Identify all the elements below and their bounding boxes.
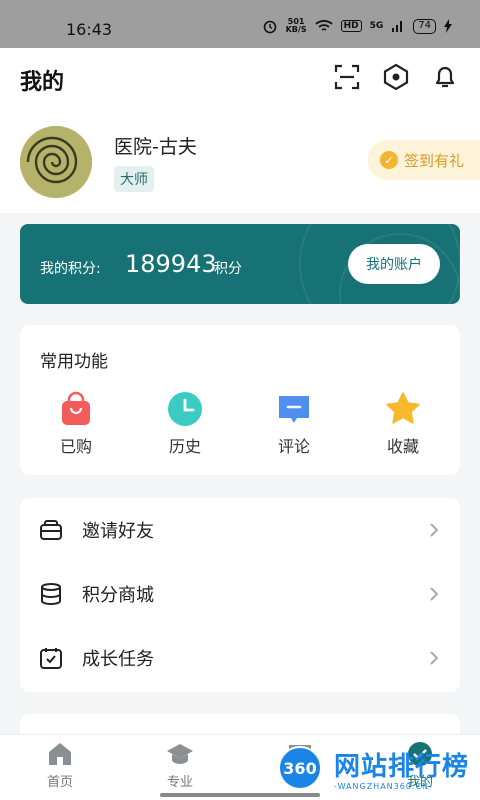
watermark-title: 网站排行榜 (334, 752, 470, 782)
status-icons: 501 KB/S HD 5G 74 (262, 18, 452, 34)
comment-icon (279, 396, 309, 423)
menu-label: 积分商城 (82, 585, 154, 606)
func-comment[interactable]: 评论 (254, 391, 334, 457)
my-account-button[interactable]: 我的账户 (348, 244, 440, 284)
menu-list: 邀请好友 积分商城 成长任务 (20, 498, 460, 692)
menu-item-invite-friends[interactable]: 邀请好友 (20, 498, 460, 562)
signal-icon (392, 21, 403, 32)
page-title: 我的 (20, 70, 65, 95)
func-purchased[interactable]: 已购 (36, 391, 116, 457)
settings-icon[interactable] (381, 62, 411, 92)
menu-label: 成长任务 (82, 649, 154, 670)
avatar-image (20, 126, 92, 198)
scan-icon[interactable] (332, 62, 362, 92)
network-type: 5G (369, 21, 384, 31)
graduation-cap-icon (167, 744, 193, 764)
checkin-label: 签到有礼 (404, 151, 465, 170)
func-favorite[interactable]: 收藏 (363, 391, 443, 457)
func-label: 历史 (168, 437, 201, 456)
points-value: 189943 (125, 250, 217, 278)
section-title: 常用功能 (40, 352, 108, 372)
shopping-bag-icon (62, 391, 90, 425)
hd-badge: HD (340, 20, 362, 32)
invite-mail-icon (38, 517, 64, 543)
tab-home[interactable]: 首页 (20, 741, 100, 790)
func-label: 已购 (59, 437, 92, 456)
charging-icon (444, 19, 452, 33)
alarm-icon (263, 20, 276, 34)
clock-icon (168, 392, 202, 426)
battery-level: 74 (413, 18, 436, 34)
chevron-right-icon (428, 651, 440, 665)
status-bar: 16:43 501 KB/S HD 5G 74 (0, 0, 480, 48)
network-speed: 501 KB/S (286, 18, 307, 34)
home-icon (49, 743, 71, 765)
coins-stack-icon (38, 581, 64, 607)
calendar-check-icon (38, 645, 64, 671)
common-functions-card: 常用功能 已购 历史 评论 收藏 (20, 325, 460, 475)
func-label: 收藏 (386, 437, 419, 456)
watermark-logo: 360 网站排行榜 -WANGZHAN360.CN- (274, 738, 480, 800)
coin-icon: ✓ (380, 151, 398, 169)
watermark-badge: 360 (278, 746, 322, 790)
level-badge: 大师 (114, 166, 154, 192)
avatar[interactable] (20, 126, 92, 198)
menu-item-points-mall[interactable]: 积分商城 (20, 562, 460, 626)
menu-item-growth-tasks[interactable]: 成长任务 (20, 626, 460, 690)
bell-icon[interactable] (430, 62, 460, 92)
chevron-right-icon (428, 523, 440, 537)
points-label: 我的积分: (40, 261, 101, 277)
speed-unit: KB/S (285, 25, 307, 34)
home-indicator (160, 793, 320, 797)
points-card: 我的积分: 189943 积分 我的账户 (20, 224, 460, 304)
func-history[interactable]: 历史 (145, 391, 225, 457)
tab-label: 专业 (166, 775, 193, 790)
watermark-url: -WANGZHAN360.CN- (334, 782, 433, 791)
profile-header: 我的 医院-古夫 大师 ✓ 签到有礼 (0, 48, 480, 213)
points-unit: 积分 (214, 261, 242, 277)
func-label: 评论 (277, 437, 310, 456)
checkin-button[interactable]: ✓ 签到有礼 (368, 140, 480, 180)
chevron-right-icon (428, 587, 440, 601)
username: 医院-古夫 (114, 136, 197, 158)
tab-professional[interactable]: 专业 (140, 741, 220, 790)
status-time: 16:43 (66, 20, 113, 39)
tab-label: 首页 (46, 775, 73, 790)
menu-label: 邀请好友 (82, 521, 154, 542)
wifi-icon (314, 20, 333, 31)
star-icon (386, 392, 420, 424)
